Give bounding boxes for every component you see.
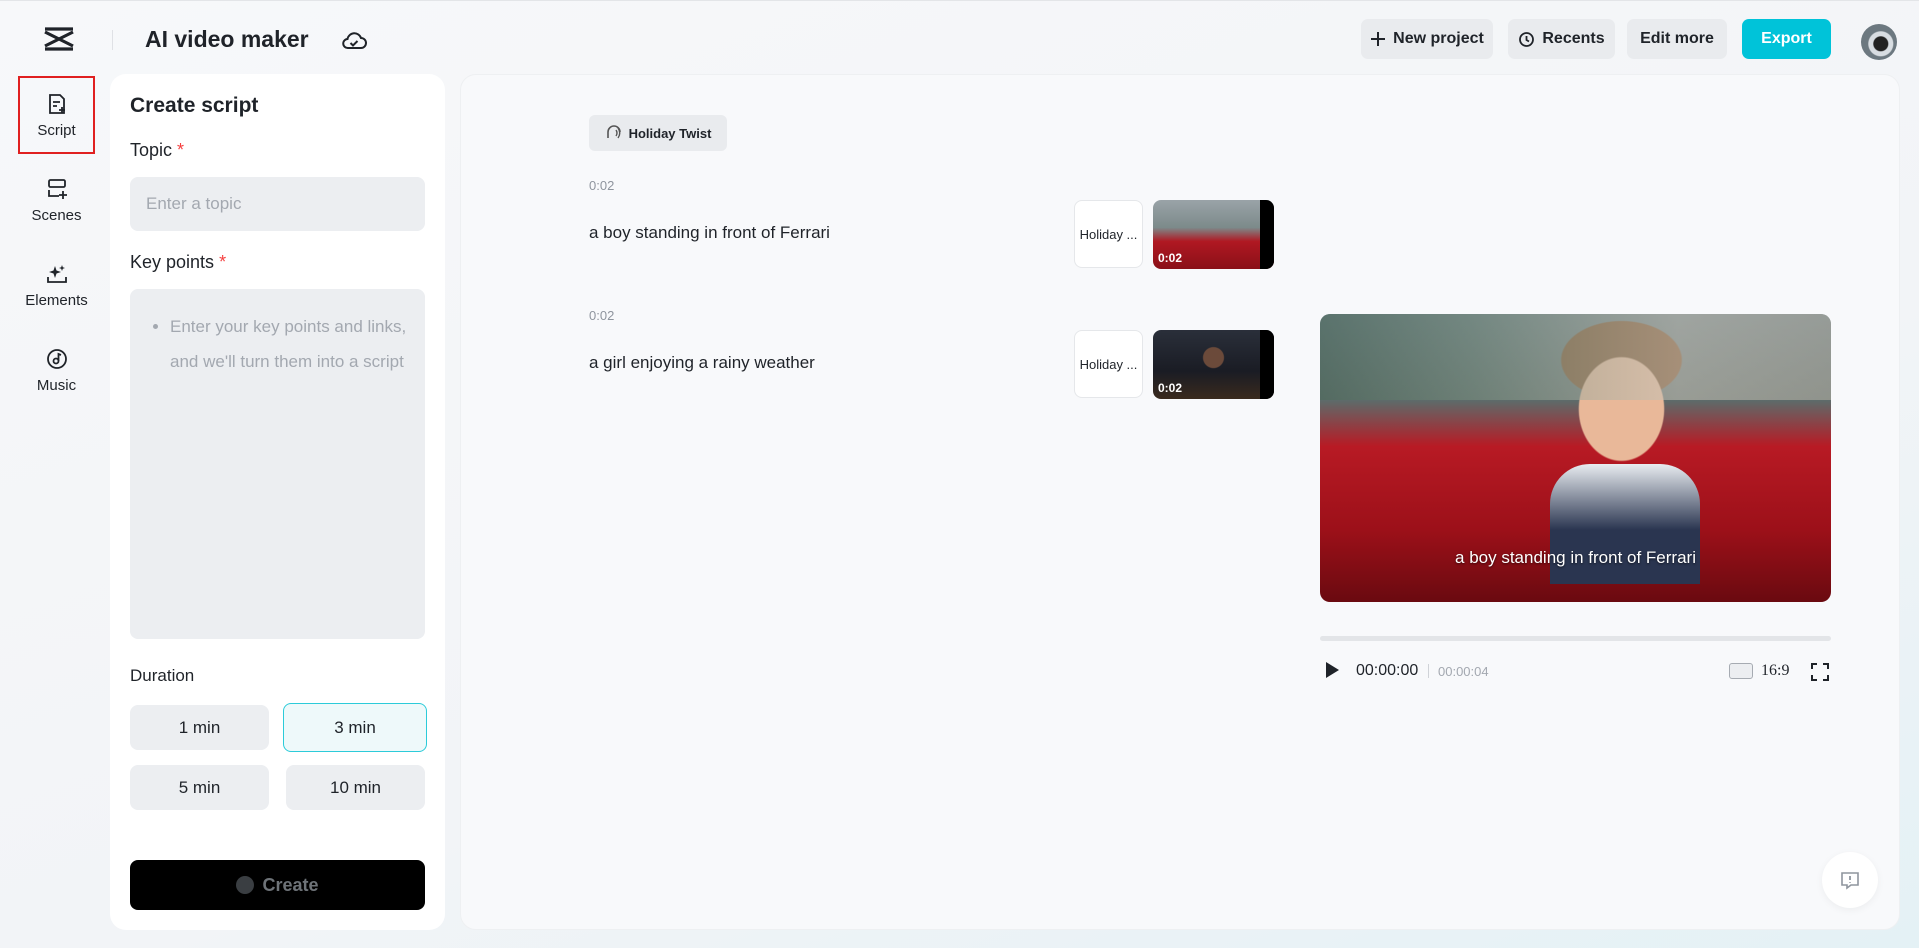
elements-icon [46,264,67,283]
scene-1-voice-card[interactable]: Holiday ... [1074,200,1143,268]
create-label: Create [262,874,319,895]
voice-icon [606,125,621,139]
scene-2-time: 0:02 [589,308,615,323]
script-main-area: Holiday Twist 0:02 a boy standing in fro… [460,74,1900,930]
time-separator [1428,664,1429,678]
required-mark: * [177,140,185,160]
duration-10-min[interactable]: 10 min [286,765,425,810]
rail-item-scenes[interactable]: Scenes [18,161,95,239]
script-icon [48,93,65,114]
new-project-label: New project [1393,30,1484,47]
feedback-button[interactable] [1822,852,1878,908]
aspect-ratio-label[interactable]: 16:9 [1761,662,1789,680]
panel-title: Create script [130,94,259,117]
feedback-icon [1841,872,1859,890]
topic-input[interactable] [130,177,425,231]
key-points-label-text: Key points [130,252,215,272]
user-avatar[interactable] [1861,24,1897,60]
preview-caption: a boy standing in front of Ferrari [1455,548,1696,567]
header: AI video maker New project Recents Edit … [0,4,1919,72]
rail-scenes-label: Scenes [31,206,82,224]
key-points-placeholder: Enter your key points and links, and we'… [170,309,409,379]
video-preview[interactable]: a boy standing in front of Ferrari [1320,314,1831,602]
recents-button[interactable]: Recents [1508,19,1615,59]
edit-more-label: Edit more [1640,30,1714,47]
create-script-panel: Create script Topic * Key points * Enter… [110,74,445,930]
aspect-ratio-icon[interactable] [1729,663,1753,679]
music-icon [46,348,67,369]
scene-2-thumb-duration: 0:02 [1158,381,1183,395]
playback-progress-bar[interactable] [1320,636,1831,641]
current-time: 00:00:00 [1356,662,1419,679]
new-project-button[interactable]: New project [1361,19,1493,59]
duration-label: Duration [130,666,195,685]
rail-music-label: Music [36,376,77,394]
create-button[interactable]: Create [130,860,425,910]
required-mark: * [219,252,227,272]
create-icon [236,876,255,894]
export-label: Export [1761,30,1812,47]
cloud-sync-icon[interactable] [341,30,367,52]
export-button[interactable]: Export [1742,19,1831,59]
capcut-logo-icon[interactable] [42,26,76,52]
duration-5-min[interactable]: 5 min [130,765,269,810]
rail-item-elements[interactable]: Elements [18,246,95,324]
total-time: 00:00:04 [1438,664,1489,679]
duration-3-min[interactable]: 3 min [283,703,427,752]
duration-1-min[interactable]: 1 min [130,705,269,750]
rail-elements-label: Elements [25,291,88,309]
rail-item-script[interactable]: Script [18,76,95,154]
voice-label: Holiday Twist [628,125,712,141]
topic-label: Topic * [130,140,184,161]
thumbnail-edge [1260,330,1274,399]
scene-1-text[interactable]: a boy standing in front of Ferrari [589,223,830,243]
rail-item-music[interactable]: Music [18,331,95,409]
thumbnail-edge [1260,200,1274,269]
history-icon [1519,31,1535,47]
recents-label: Recents [1542,30,1605,47]
key-points-input[interactable]: Enter your key points and links, and we'… [130,289,425,639]
scene-2-voice-card[interactable]: Holiday ... [1074,330,1143,398]
rail-script-label: Script [37,121,76,139]
scenes-icon [47,178,67,199]
scene-1-thumb-duration: 0:02 [1158,251,1183,265]
key-points-label: Key points * [130,252,226,273]
header-divider [112,30,113,50]
scene-1-time: 0:02 [589,178,615,193]
plus-icon [1371,32,1386,46]
scene-1-thumbnail[interactable]: 0:02 [1153,200,1274,269]
scene-2-thumbnail[interactable]: 0:02 [1153,330,1274,399]
app-title: AI video maker [145,26,309,52]
edit-more-button[interactable]: Edit more [1627,19,1727,59]
scene-2-text[interactable]: a girl enjoying a rainy weather [589,353,815,373]
topic-label-text: Topic [130,140,173,160]
voice-selector[interactable]: Holiday Twist [589,115,727,151]
fullscreen-icon[interactable] [1810,662,1830,682]
play-icon[interactable] [1324,661,1340,679]
